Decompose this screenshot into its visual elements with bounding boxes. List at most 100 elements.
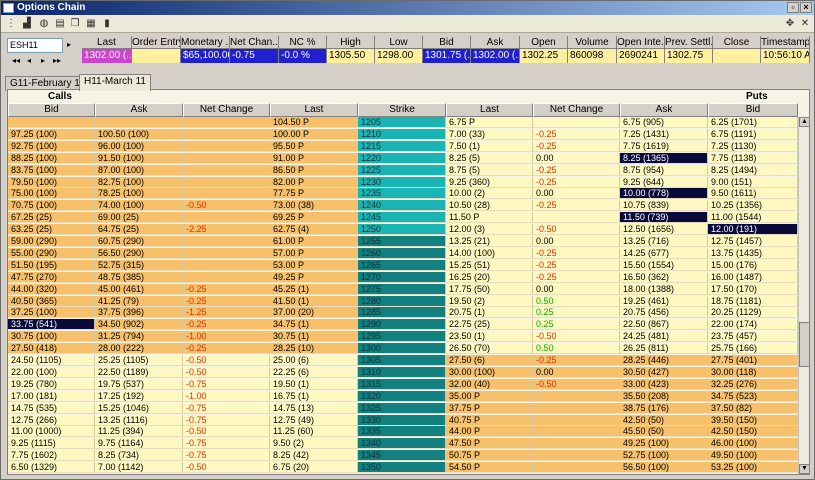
cell-call-last[interactable]: 53.00 P bbox=[270, 260, 358, 271]
cell-put-net-change[interactable]: -0.25 bbox=[533, 165, 620, 176]
cell-put-bid[interactable]: 25.75 (166) bbox=[708, 343, 798, 354]
first-icon[interactable]: ◂◂ bbox=[12, 56, 20, 65]
cell-strike[interactable]: 1265 bbox=[358, 260, 446, 271]
table-row[interactable]: 104.50 P 1205 6.75 P 6.75 (905) 6.25 (1701) bbox=[8, 117, 798, 128]
cell-put-last[interactable]: 13.25 (21) bbox=[446, 236, 533, 247]
table-row[interactable]: 19.25 (780) 19.75 (537) -0.75 19.50 (1) 1315… bbox=[8, 379, 798, 390]
cell-call-ask[interactable]: 45.00 (461) bbox=[95, 284, 183, 295]
table-row[interactable]: 88.25 (100) 91.50 (100) 91.00 P 1220 8.25 (5… bbox=[8, 153, 798, 164]
cell-put-net-change[interactable]: 0.25 bbox=[533, 319, 620, 330]
cell-call-last[interactable]: 8.25 (42) bbox=[270, 450, 358, 461]
cell-put-net-change[interactable]: -0.25 bbox=[533, 260, 620, 271]
cell-put-ask[interactable]: 12.50 (1656) bbox=[620, 224, 708, 235]
cell-call-ask[interactable]: 52.75 (315) bbox=[95, 260, 183, 271]
cell-call-net-change[interactable] bbox=[183, 212, 270, 223]
cell-put-bid[interactable]: 37.50 (82) bbox=[708, 403, 798, 414]
table-row[interactable]: 44.00 (320) 45.00 (461) -0.25 45.25 (1) 1275… bbox=[8, 284, 798, 295]
cell-call-bid[interactable]: 51.50 (195) bbox=[8, 260, 95, 271]
cell-put-last[interactable]: 37.75 P bbox=[446, 403, 533, 414]
book-icon[interactable]: ▮ bbox=[101, 18, 113, 30]
cell-call-bid[interactable]: 33.75 (541) bbox=[8, 319, 95, 330]
cell-put-ask[interactable]: 6.75 (905) bbox=[620, 117, 708, 128]
cell-call-net-change[interactable]: -0.75 bbox=[183, 415, 270, 426]
cell-call-bid[interactable]: 7.75 (1602) bbox=[8, 450, 95, 461]
cell-call-bid[interactable]: 17.00 (181) bbox=[8, 391, 95, 402]
cell-call-net-change[interactable] bbox=[183, 248, 270, 259]
cell-strike[interactable]: 1315 bbox=[358, 379, 446, 390]
cell-put-net-change[interactable] bbox=[533, 403, 620, 414]
cell-call-ask[interactable]: 34.50 (902) bbox=[95, 319, 183, 330]
table-row[interactable]: 97.25 (100) 100.50 (100) 100.00 P 1210 7.00 … bbox=[8, 129, 798, 140]
table-row[interactable]: 47.75 (270) 48.75 (385) 49.25 P 1270 16.25 (… bbox=[8, 272, 798, 283]
cell-call-last[interactable]: 61.00 P bbox=[270, 236, 358, 247]
quote-header[interactable]: Prev. Settl... bbox=[665, 36, 712, 49]
cell-put-net-change[interactable]: -0.25 bbox=[533, 129, 620, 140]
cell-strike[interactable]: 1300 bbox=[358, 343, 446, 354]
cell-call-ask[interactable]: 15.25 (1046) bbox=[95, 403, 183, 414]
cell-put-ask[interactable]: 24.25 (481) bbox=[620, 331, 708, 342]
table-row[interactable]: 9.25 (1115) 9.75 (1164) -0.75 9.50 (2) 1340 4… bbox=[8, 438, 798, 449]
cell-call-bid[interactable]: 70.75 (100) bbox=[8, 200, 95, 211]
cell-put-last[interactable]: 19.50 (2) bbox=[446, 296, 533, 307]
cell-put-net-change[interactable]: -0.25 bbox=[533, 272, 620, 283]
cell-strike[interactable]: 1295 bbox=[358, 331, 446, 342]
table-row[interactable]: 14.75 (535) 15.25 (1046) -0.75 14.75 (13) 13… bbox=[8, 403, 798, 414]
cell-put-last[interactable]: 12.00 (3) bbox=[446, 224, 533, 235]
cell-strike[interactable]: 1210 bbox=[358, 129, 446, 140]
cell-call-last[interactable]: 34.75 (1) bbox=[270, 319, 358, 330]
cell-call-last[interactable]: 86.50 P bbox=[270, 165, 358, 176]
cell-strike[interactable]: 1345 bbox=[358, 450, 446, 461]
cell-put-bid[interactable]: 13.75 (1435) bbox=[708, 248, 798, 259]
quote-header[interactable]: Timestamp bbox=[761, 36, 809, 49]
cell-call-net-change[interactable]: -0.50 bbox=[183, 200, 270, 211]
cell-call-ask[interactable]: 25.25 (1105) bbox=[95, 355, 183, 366]
cell-call-net-change[interactable]: -0.75 bbox=[183, 379, 270, 390]
cell-call-last[interactable]: 82.00 P bbox=[270, 177, 358, 188]
cell-put-net-change[interactable]: -0.25 bbox=[533, 200, 620, 211]
cell-call-net-change[interactable] bbox=[183, 129, 270, 140]
cell-put-bid[interactable]: 53.25 (100) bbox=[708, 462, 798, 473]
cell-strike[interactable]: 1250 bbox=[358, 224, 446, 235]
cell-put-ask[interactable]: 35.50 (208) bbox=[620, 391, 708, 402]
cell-call-ask[interactable]: 11.25 (394) bbox=[95, 426, 183, 437]
cell-call-last[interactable]: 91.00 P bbox=[270, 153, 358, 164]
column-header-strike[interactable]: Strike bbox=[358, 103, 446, 117]
cell-call-net-change[interactable]: -0.50 bbox=[183, 355, 270, 366]
cell-put-net-change[interactable] bbox=[533, 450, 620, 461]
cell-put-last[interactable]: 44.00 P bbox=[446, 426, 533, 437]
cell-strike[interactable]: 1285 bbox=[358, 307, 446, 318]
cell-call-bid[interactable]: 22.00 (100) bbox=[8, 367, 95, 378]
table-row[interactable]: 75.00 (100) 78.25 (100) 77.75 P 1235 10.00 (… bbox=[8, 188, 798, 199]
cell-call-bid[interactable]: 67.25 (25) bbox=[8, 212, 95, 223]
table-row[interactable]: 11.00 (1000) 11.25 (394) -0.50 11.25 (60) 13… bbox=[8, 426, 798, 437]
cell-call-ask[interactable]: 7.00 (1142) bbox=[95, 462, 183, 473]
column-header-put-last[interactable]: Last bbox=[446, 103, 533, 117]
cell-put-last[interactable]: 40.75 P bbox=[446, 415, 533, 426]
cell-call-net-change[interactable]: -0.25 bbox=[183, 284, 270, 295]
cell-put-net-change[interactable]: -0.25 bbox=[533, 248, 620, 259]
cell-put-last[interactable]: 8.75 (5) bbox=[446, 165, 533, 176]
cell-put-ask[interactable]: 10.00 (778) bbox=[620, 188, 708, 199]
cell-put-net-change[interactable]: 0.00 bbox=[533, 236, 620, 247]
cell-put-net-change[interactable]: -0.25 bbox=[533, 177, 620, 188]
cell-call-last[interactable]: 73.00 (38) bbox=[270, 200, 358, 211]
column-header-call-bid[interactable]: Bid bbox=[8, 103, 95, 117]
cell-call-bid[interactable]: 40.50 (365) bbox=[8, 296, 95, 307]
cell-call-last[interactable]: 6.75 (20) bbox=[270, 462, 358, 473]
cell-call-last[interactable]: 12.75 (49) bbox=[270, 415, 358, 426]
cell-call-bid[interactable] bbox=[8, 117, 95, 128]
cell-call-last[interactable]: 41.50 (1) bbox=[270, 296, 358, 307]
cell-call-bid[interactable]: 9.25 (1115) bbox=[8, 438, 95, 449]
copy-icon[interactable]: ❐ bbox=[69, 18, 81, 30]
cell-put-ask[interactable]: 14.25 (677) bbox=[620, 248, 708, 259]
quote-header[interactable]: Volume bbox=[568, 36, 616, 49]
cell-call-ask[interactable]: 37.75 (396) bbox=[95, 307, 183, 318]
pin-icon[interactable]: ▫ bbox=[787, 2, 799, 13]
cell-strike[interactable]: 1270 bbox=[358, 272, 446, 283]
cell-call-bid[interactable]: 12.75 (266) bbox=[8, 415, 95, 426]
cell-put-net-change[interactable] bbox=[533, 462, 620, 473]
cell-put-last[interactable]: 23.50 (1) bbox=[446, 331, 533, 342]
cell-put-last[interactable]: 14.00 (100) bbox=[446, 248, 533, 259]
symbol-input[interactable]: ESH11 bbox=[7, 38, 63, 53]
cell-call-last[interactable]: 57.00 P bbox=[270, 248, 358, 259]
